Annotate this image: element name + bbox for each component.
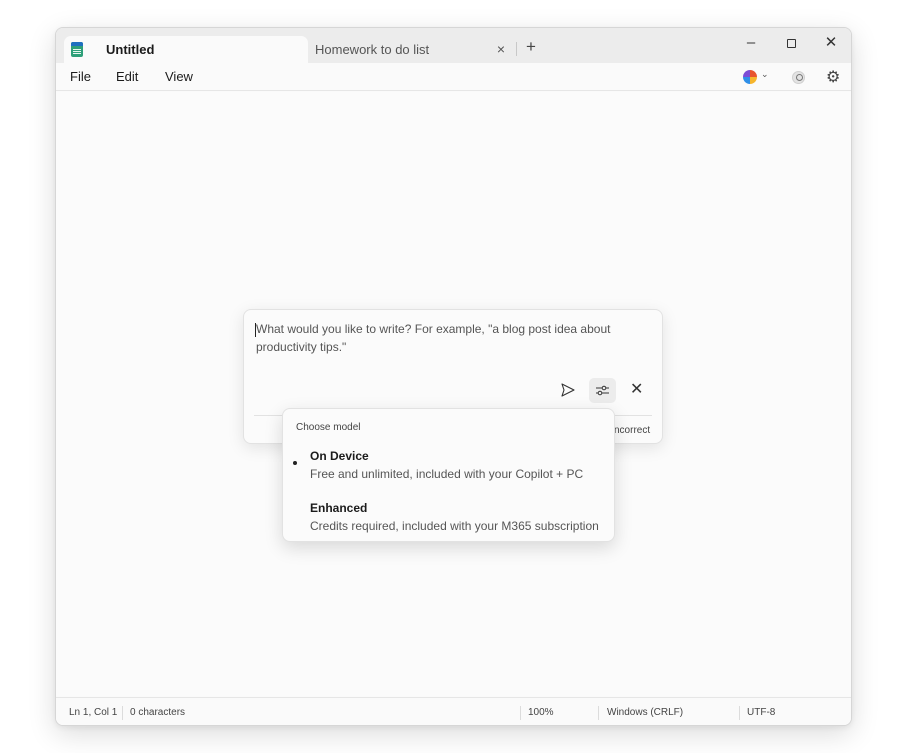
model-options-button[interactable] (589, 378, 616, 403)
menu-file[interactable]: File (70, 69, 91, 84)
close-window-button[interactable]: ✕ (816, 32, 846, 54)
tab-title: Untitled (106, 42, 155, 57)
new-tab-button[interactable]: + (526, 37, 536, 57)
tab-close-icon[interactable]: × (493, 41, 509, 57)
option-description: Credits required, included with your M36… (310, 519, 599, 533)
sliders-icon (596, 385, 609, 396)
send-icon[interactable] (560, 382, 576, 398)
maximize-button[interactable] (776, 32, 806, 54)
cursor-position: Ln 1, Col 1 (69, 707, 118, 718)
tab-title: Homework to do list (315, 42, 430, 57)
tab-homework[interactable]: Homework to do list × (308, 36, 516, 63)
menu-view[interactable]: View (165, 69, 193, 84)
close-icon[interactable]: ✕ (630, 381, 643, 399)
maximize-icon (786, 39, 796, 48)
zoom-level[interactable]: 100% (528, 707, 554, 718)
tab-divider (516, 42, 517, 56)
chevron-down-icon[interactable]: ⌄ (761, 69, 769, 80)
encoding[interactable]: UTF-8 (747, 707, 775, 718)
menu-edit[interactable]: Edit (116, 69, 138, 84)
minimize-button[interactable]: – (736, 32, 766, 54)
menu-bar: File Edit View ⌄ ⚙ (56, 63, 851, 91)
line-ending[interactable]: Windows (CRLF) (607, 707, 683, 718)
status-divider (598, 706, 599, 720)
account-icon[interactable] (792, 71, 805, 84)
status-divider (739, 706, 740, 720)
disclaimer-text: ncorrect (614, 425, 651, 436)
tab-untitled[interactable]: Untitled (64, 36, 308, 63)
status-bar: Ln 1, Col 1 0 characters 100% Windows (C… (56, 697, 851, 725)
character-count: 0 characters (130, 707, 186, 718)
selected-bullet-icon (293, 461, 297, 465)
model-option-on-device[interactable]: On Device Free and unlimited, included w… (283, 449, 614, 493)
copilot-icon[interactable] (743, 70, 757, 84)
title-bar: Untitled Homework to do list × + – ✕ (56, 28, 851, 63)
choose-model-menu: Choose model On Device Free and unlimite… (282, 408, 615, 542)
option-title: Enhanced (310, 501, 368, 515)
status-divider (122, 706, 123, 720)
menu-header: Choose model (296, 422, 361, 433)
status-divider (520, 706, 521, 720)
option-title: On Device (310, 449, 369, 463)
notepad-icon (71, 42, 83, 57)
option-description: Free and unlimited, included with your C… (310, 467, 584, 481)
prompt-input[interactable]: What would you like to write? For exampl… (256, 320, 646, 356)
gear-icon[interactable]: ⚙ (826, 67, 840, 87)
model-option-enhanced[interactable]: Enhanced Credits required, included with… (283, 501, 614, 545)
